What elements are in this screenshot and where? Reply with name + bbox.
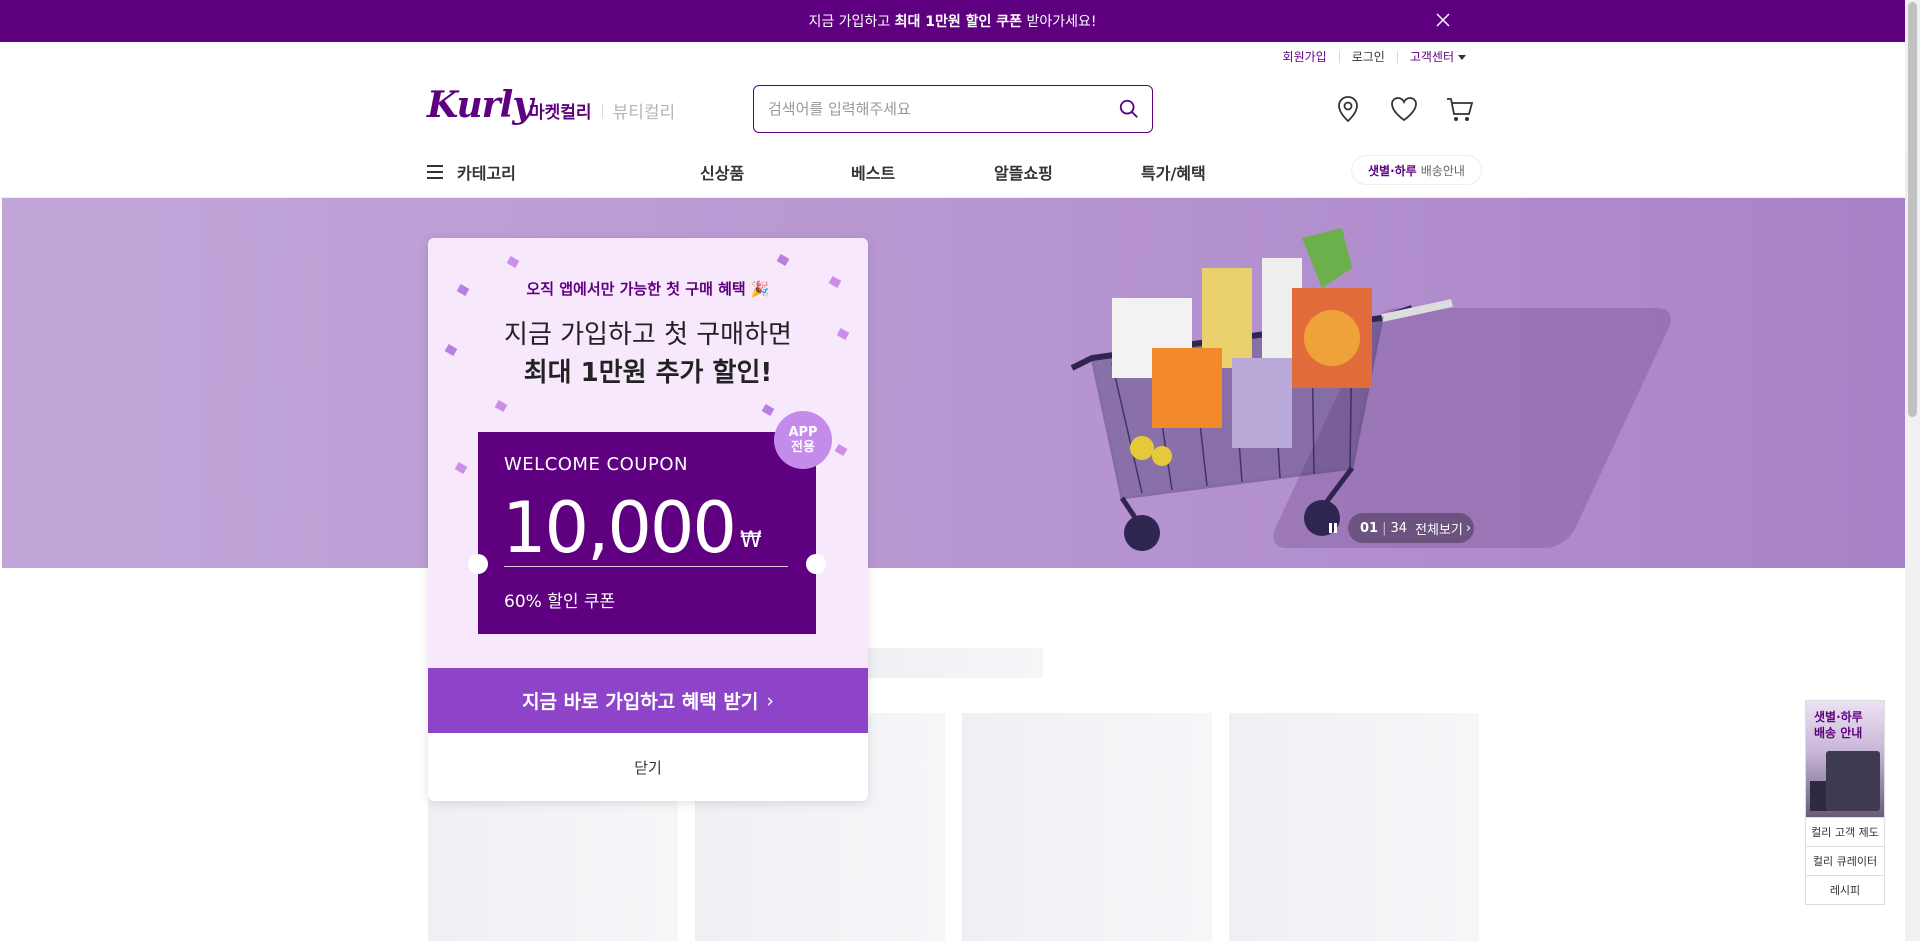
- delivery-label: 배송안내: [1420, 163, 1465, 178]
- truck-icon: [1826, 751, 1880, 811]
- tab-beauty-kurly[interactable]: 뷰티컬리: [613, 98, 676, 123]
- banner-view-all: 전체보기: [1415, 522, 1463, 538]
- cta-label: 지금 바로 가입하고 혜택 받기: [522, 691, 759, 713]
- confetti: [761, 404, 775, 416]
- skeleton-title: [864, 648, 1043, 678]
- kurly-logo[interactable]: Kurly: [427, 84, 533, 126]
- delivery-info-button[interactable]: 샛별·하루 배송안내: [1351, 155, 1482, 185]
- tab-market-kurly[interactable]: 마켓컬리: [529, 98, 592, 123]
- coupon-title: WELCOME COUPON: [504, 454, 688, 475]
- customer-center-link[interactable]: 고객센터: [1396, 51, 1478, 63]
- divider: [601, 103, 603, 118]
- skeleton-card: [962, 713, 1212, 941]
- top-promo-banner[interactable]: 지금 가입하고 최대 1만원 할인 쿠폰 받아가세요!: [0, 0, 1905, 42]
- confetti: [834, 444, 848, 456]
- side-quick-menu: 샛별·하루 배송 안내 컬리 고객 제도 컬리 큐레이터 레시피: [1805, 700, 1885, 905]
- heart-icon[interactable]: [1388, 93, 1420, 125]
- banner-current: 01: [1360, 520, 1379, 536]
- popup-headline: 지금 가입하고 첫 구매하면: [504, 320, 792, 350]
- brand-tabs: 마켓컬리 뷰티컬리: [529, 98, 675, 123]
- popup-headline-bold: 최대 1만원 추가 할인!: [523, 358, 773, 388]
- skeleton-card: [1229, 713, 1479, 941]
- nav-best[interactable]: 베스트: [851, 160, 895, 184]
- coupon-notch: [806, 554, 826, 574]
- delivery-bold: 샛별·하루: [1368, 163, 1417, 178]
- delivery-guide-thumbnail[interactable]: 샛별·하루 배송 안내: [1805, 700, 1885, 818]
- welcome-coupon: WELCOME COUPON 10,000 ₩ 60% 할인 쿠폰: [468, 432, 826, 634]
- location-icon[interactable]: [1332, 93, 1364, 125]
- scrollbar-thumb[interactable]: [1908, 2, 1917, 417]
- thumb-title-2: 배송 안내: [1814, 726, 1863, 740]
- pause-icon: [1329, 523, 1332, 533]
- header-icons: [1332, 93, 1476, 125]
- confetti: [494, 400, 508, 412]
- side-link-customer-policy[interactable]: 컬리 고객 제도: [1805, 818, 1885, 847]
- banner-total: 34: [1390, 520, 1408, 536]
- login-link[interactable]: 로그인: [1338, 51, 1397, 63]
- signup-link[interactable]: 회원가입: [1271, 51, 1339, 63]
- banner-pause-button[interactable]: [1318, 513, 1348, 543]
- badge-line-2: 전용: [791, 440, 815, 455]
- confetti: [454, 462, 468, 474]
- coupon-description: 60% 할인 쿠폰: [504, 592, 616, 612]
- chevron-right-icon: ›: [1465, 520, 1472, 536]
- close-icon[interactable]: [1433, 10, 1453, 30]
- category-menu[interactable]: 카테고리: [427, 160, 516, 184]
- signup-benefit-button[interactable]: 지금 바로 가입하고 혜택 받기 ›: [428, 668, 868, 733]
- search-icon[interactable]: [1118, 98, 1140, 120]
- badge-line-1: APP: [788, 425, 818, 440]
- confetti: [506, 256, 520, 268]
- nav-new-products[interactable]: 신상품: [700, 160, 744, 184]
- banner-counter-sep: |: [1382, 520, 1387, 536]
- coupon-divider: [504, 566, 788, 567]
- search-box: [753, 85, 1153, 133]
- cart-icon[interactable]: [1444, 93, 1476, 125]
- side-link-recipe[interactable]: 레시피: [1805, 876, 1885, 905]
- popup-subtitle: 오직 앱에서만 가능한 첫 구매 혜택 🎉: [526, 280, 770, 298]
- global-navigation: 카테고리 신상품 베스트 알뜰쇼핑 특가/혜택 샛별·하루 배송안내: [0, 148, 1905, 198]
- confetti: [776, 254, 790, 266]
- thumb-title-1: 샛별·하루: [1814, 710, 1863, 724]
- side-link-curator[interactable]: 컬리 큐레이터: [1805, 847, 1885, 876]
- category-label: 카테고리: [457, 164, 516, 183]
- won-currency-icon: ₩: [740, 528, 762, 553]
- coupon-notch: [468, 554, 488, 574]
- utility-menu: 회원가입 로그인 고객센터: [1271, 51, 1478, 63]
- coupon-amount: 10,000: [502, 487, 737, 569]
- promo-text: 지금 가입하고 최대 1만원 할인 쿠폰 받아가세요!: [808, 14, 1097, 30]
- nav-special-deals[interactable]: 특가/혜택: [1141, 160, 1206, 184]
- chevron-right-icon: ›: [766, 689, 774, 712]
- banner-counter[interactable]: 01 | 34 전체보기 ›: [1348, 513, 1474, 543]
- scrollbar[interactable]: [1905, 0, 1920, 941]
- search-input[interactable]: [768, 100, 1108, 118]
- app-only-badge: APP 전용: [774, 411, 832, 469]
- chevron-down-icon: [1458, 55, 1466, 60]
- main-banner[interactable]: [2, 198, 1905, 568]
- hamburger-icon: [427, 165, 443, 179]
- popup-close-button[interactable]: 닫기: [428, 733, 868, 801]
- welcome-coupon-popup: 오직 앱에서만 가능한 첫 구매 혜택 🎉 지금 가입하고 첫 구매하면 최대 …: [428, 238, 868, 801]
- nav-frugal-shopping[interactable]: 알뜰쇼핑: [994, 160, 1053, 184]
